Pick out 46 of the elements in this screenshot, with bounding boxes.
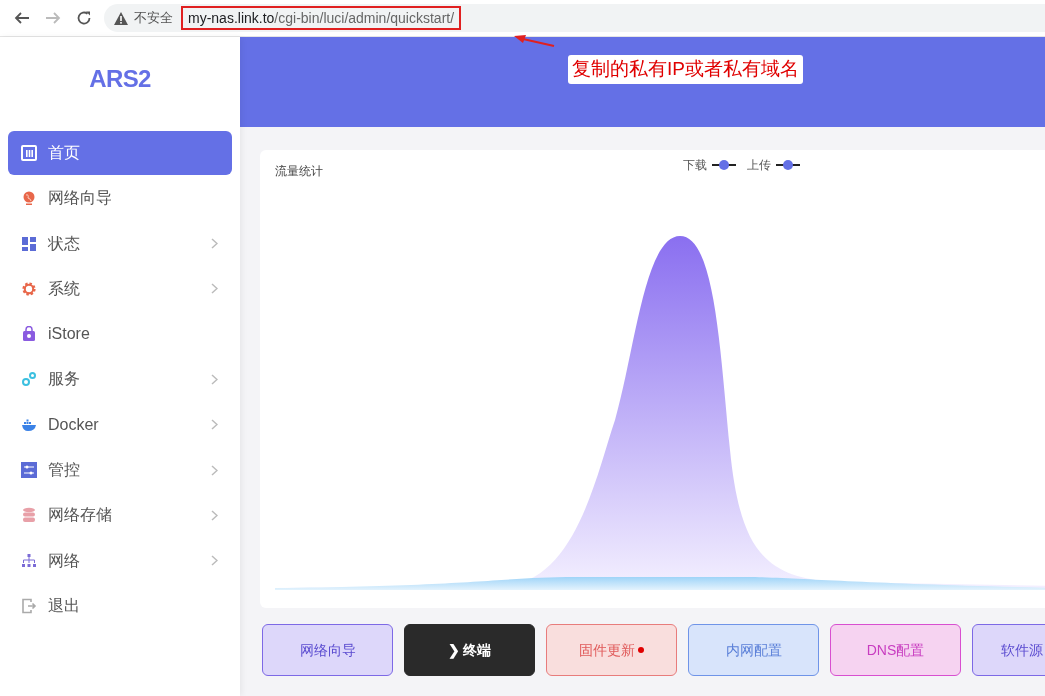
network-icon [21, 552, 37, 569]
sidebar-item[interactable]: 系统 [8, 266, 232, 311]
sidebar-label: 网络 [48, 550, 81, 571]
sidebar-label: 管控 [48, 460, 81, 481]
address-bar[interactable]: 不安全 my-nas.link.to/cgi-bin/luci/admin/quickstart/ [104, 4, 1045, 32]
quick-action-button[interactable]: 软件源 [972, 624, 1045, 676]
url-path: /cgi-bin/luci/admin/quickstart/ [274, 8, 455, 28]
quick-action-button[interactable]: 网络向导 [262, 624, 393, 676]
annotation-arrow [513, 34, 555, 48]
dashboard-icon [21, 145, 37, 161]
security-label: 不安全 [134, 9, 173, 28]
sidebar-label: 首页 [48, 143, 81, 163]
sidebar-label: 服务 [48, 369, 81, 390]
logo: ARS2 [89, 64, 151, 94]
logout-icon [21, 597, 37, 614]
sidebar-item[interactable]: 管控 [8, 448, 232, 493]
warning-icon [114, 11, 128, 25]
sidebar-item[interactable]: 首页 [8, 131, 232, 175]
sidebar-item[interactable]: 退出 [8, 583, 232, 628]
sidebar-item[interactable]: 网络 [8, 538, 232, 583]
database-icon [21, 507, 37, 524]
sidebar-label: iStore [48, 324, 91, 345]
quick-action-button[interactable]: ❯ 终端 [404, 624, 535, 676]
sidebar-label: 系统 [48, 278, 81, 299]
back-icon[interactable] [14, 10, 30, 26]
sidebar-item[interactable]: iStore [8, 312, 232, 357]
annotation-text: 复制的私有IP或者私有域名 [568, 55, 803, 84]
url-host: my-nas.link.to [188, 8, 275, 28]
reload-icon[interactable] [76, 10, 92, 26]
sidebar-item[interactable]: Docker [8, 402, 232, 447]
sidebar-item[interactable]: 网络存储 [8, 493, 232, 538]
gear-icon [21, 280, 37, 297]
sidebar-item[interactable]: 网络向导 [8, 176, 232, 221]
sidebar-item[interactable]: 状态 [8, 221, 232, 266]
gears-icon [21, 371, 37, 388]
sidebar-label: 网络存储 [48, 505, 113, 526]
card-title: 流量统计 [275, 163, 323, 180]
sidebar-label: 网络向导 [48, 188, 113, 209]
legend-label: 下载 [683, 157, 707, 174]
grid-icon [21, 235, 37, 252]
sidebar-label: Docker [48, 414, 100, 435]
sliders-icon [21, 462, 37, 479]
legend-label: 上传 [747, 157, 771, 174]
sidebar-label: 退出 [48, 595, 81, 616]
sidebar-item[interactable]: 服务 [8, 357, 232, 402]
sidebar-label: 状态 [48, 233, 81, 254]
